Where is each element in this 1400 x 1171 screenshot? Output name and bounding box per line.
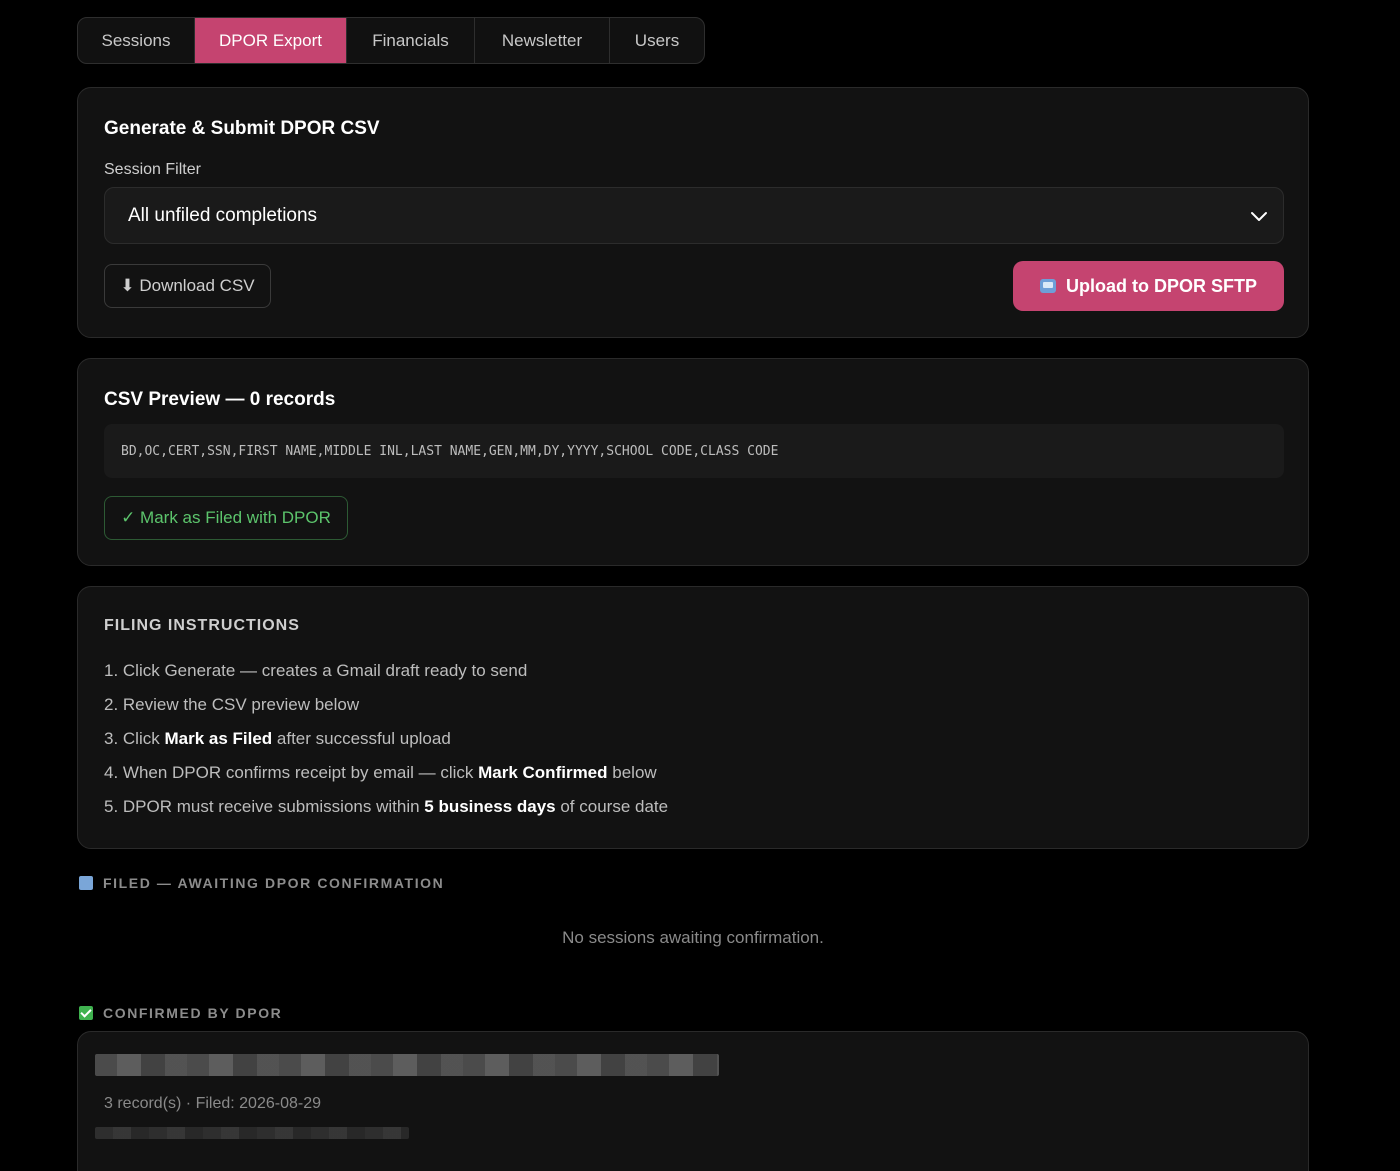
session-filter-select[interactable]: All unfiled completions xyxy=(104,187,1284,244)
csv-preview-title: CSV Preview — 0 records xyxy=(104,389,336,410)
generate-card: Generate & Submit DPOR CSV Session Filte… xyxy=(77,87,1309,338)
step-text: 5. DPOR must receive submissions within xyxy=(104,797,425,816)
redacted-session-detail xyxy=(95,1127,409,1139)
session-filter-label: Session Filter xyxy=(104,161,201,178)
step-text: 3. Click xyxy=(104,729,165,748)
upload-sftp-label: Upload to DPOR SFTP xyxy=(1066,275,1257,296)
instruction-step: 5. DPOR must receive submissions within … xyxy=(104,797,668,817)
csv-header-line: BD,OC,CERT,SSN,FIRST NAME,MIDDLE INL,LAS… xyxy=(121,443,779,459)
step-text: 4. When DPOR confirms receipt by email —… xyxy=(104,763,479,782)
confirmed-label-text: CONFIRMED BY DPOR xyxy=(103,1005,283,1021)
instruction-step: 4. When DPOR confirms receipt by email —… xyxy=(104,763,657,783)
filing-instructions-card: FILING INSTRUCTIONS 1. Click Generate — … xyxy=(77,586,1309,849)
confirmed-section-label: CONFIRMED BY DPOR xyxy=(79,1005,282,1021)
tab-sessions[interactable]: Sessions xyxy=(78,18,195,63)
upload-sftp-button[interactable]: Upload to DPOR SFTP xyxy=(1013,261,1284,311)
filing-instructions-heading: FILING INSTRUCTIONS xyxy=(104,617,300,634)
instruction-step: 3. Click Mark as Filed after successful … xyxy=(104,729,451,749)
dpor-export-page: Sessions DPOR Export Financials Newslett… xyxy=(0,0,1400,1171)
awaiting-empty-text: No sessions awaiting confirmation. xyxy=(562,928,824,947)
mailbox-icon xyxy=(79,876,93,890)
confirmed-item-meta: 3 record(s) · Filed: 2026-08-29 xyxy=(104,1095,321,1112)
csv-preview-card: CSV Preview — 0 records BD,OC,CERT,SSN,F… xyxy=(77,358,1309,566)
download-csv-button[interactable]: ⬇ Download CSV xyxy=(104,264,271,308)
tab-dpor-export[interactable]: DPOR Export xyxy=(195,18,347,63)
step-text: after successful upload xyxy=(272,729,451,748)
mailbox-icon xyxy=(1040,279,1056,293)
tab-users[interactable]: Users xyxy=(610,18,704,63)
mark-filed-button[interactable]: ✓ Mark as Filed with DPOR xyxy=(104,496,348,540)
awaiting-section-label: FILED — AWAITING DPOR CONFIRMATION xyxy=(79,875,444,891)
redacted-session-title xyxy=(95,1054,719,1076)
step-text: 1. Click Generate — creates a Gmail draf… xyxy=(104,661,528,680)
mark-filed-label: ✓ Mark as Filed with DPOR xyxy=(121,508,331,527)
tab-bar: Sessions DPOR Export Financials Newslett… xyxy=(77,17,705,64)
session-filter-value: All unfiled completions xyxy=(128,204,318,226)
step-bold: Mark Confirmed xyxy=(478,763,608,782)
instruction-step: 1. Click Generate — creates a Gmail draf… xyxy=(104,661,527,681)
step-text: below xyxy=(607,763,657,782)
step-text: 2. Review the CSV preview below xyxy=(104,695,360,714)
confirmed-item-card: 3 record(s) · Filed: 2026-08-29 xyxy=(77,1031,1309,1171)
download-csv-label: ⬇ Download CSV xyxy=(120,276,255,295)
tab-financials[interactable]: Financials xyxy=(347,18,475,63)
step-bold: 5 business days xyxy=(424,797,556,816)
awaiting-label-text: FILED — AWAITING DPOR CONFIRMATION xyxy=(103,875,445,891)
step-text: of course date xyxy=(555,797,669,816)
csv-preview-code: BD,OC,CERT,SSN,FIRST NAME,MIDDLE INL,LAS… xyxy=(104,424,1284,478)
instruction-step: 2. Review the CSV preview below xyxy=(104,695,359,715)
check-box-icon xyxy=(79,1006,93,1020)
chevron-down-icon xyxy=(1251,212,1267,221)
generate-title: Generate & Submit DPOR CSV xyxy=(104,118,380,139)
tab-newsletter[interactable]: Newsletter xyxy=(475,18,610,63)
step-bold: Mark as Filed xyxy=(164,729,273,748)
